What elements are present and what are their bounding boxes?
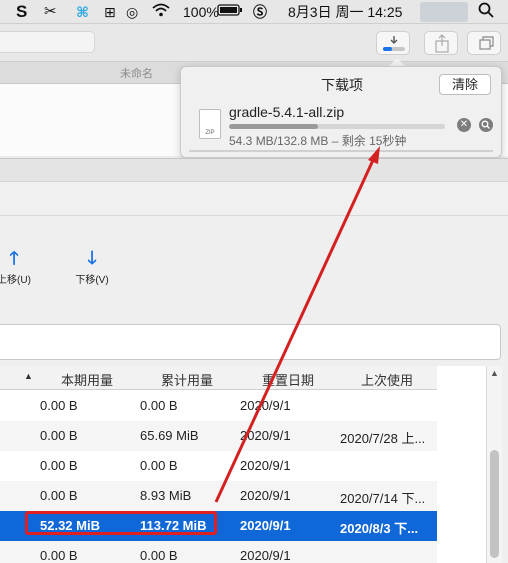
table-cell: 0.00 B xyxy=(40,428,78,443)
table-header: ▲ 本期用量 累计用量 重置日期 上次使用 xyxy=(0,366,437,390)
table-cell: 0.00 B xyxy=(40,488,78,503)
download-status: 54.3 MB/132.8 MB – 剩余 15秒钟 xyxy=(229,134,407,148)
table-row[interactable]: 0.00 B 0.00 B 2020/9/1 xyxy=(0,541,437,563)
arrow-up-icon: 🡑 xyxy=(9,248,19,268)
table-cell: 2020/9/1 xyxy=(240,428,291,443)
col-header-period-usage[interactable]: 本期用量 xyxy=(61,370,113,389)
zip-file-icon: ZIP xyxy=(199,109,221,139)
app-menubar-icon[interactable]: ⌘ xyxy=(76,2,89,22)
filter-input[interactable] xyxy=(0,324,501,360)
move-up-button[interactable]: 🡑 上移(U) xyxy=(0,248,44,286)
table-cell: 0.00 B xyxy=(40,458,78,473)
table-cell: 0.00 B xyxy=(140,458,178,473)
table-cell: 0.00 B xyxy=(40,548,78,563)
prefs-toolbar xyxy=(0,182,508,216)
col-header-reset-date[interactable]: 重置日期 xyxy=(262,370,314,389)
prefs-titlebar xyxy=(0,158,508,182)
downloads-button[interactable] xyxy=(376,31,410,55)
scroll-up-icon[interactable]: ▲ xyxy=(490,368,499,378)
table-cell: 0.00 B xyxy=(140,548,178,563)
battery-percent: 100% xyxy=(183,4,219,20)
move-down-label: 下移(V) xyxy=(75,275,109,286)
scissors-icon[interactable]: ✂ xyxy=(44,2,57,22)
annotation-highlight-box xyxy=(25,511,217,535)
browser-toolbar xyxy=(0,24,508,62)
app-s-icon[interactable]: S xyxy=(16,2,27,22)
menu-bar: S ✂ ⌘ ⊞ ◎ 100% Ⓢ 8月3日 周一 14:25 xyxy=(0,0,508,24)
file-type-label: ZIP xyxy=(205,130,215,136)
table-cell: 0.00 B xyxy=(140,398,178,413)
share-button[interactable] xyxy=(424,31,458,55)
table-row[interactable]: 0.00 B 0.00 B 2020/9/1 xyxy=(0,391,437,421)
table-cell: 8.93 MiB xyxy=(140,488,192,503)
move-down-button[interactable]: 🡓 下移(V) xyxy=(62,248,122,286)
table-row[interactable]: 0.00 B 0.00 B 2020/9/1 xyxy=(0,451,437,481)
table-cell: 2020/9/1 xyxy=(240,518,291,533)
scrollbar-thumb[interactable] xyxy=(490,450,499,558)
clear-button[interactable]: 清除 xyxy=(439,74,491,95)
table-cell: 65.69 MiB xyxy=(140,428,199,443)
table-cell: 2020/7/28 上... xyxy=(340,431,426,446)
table-scrollbar[interactable]: ▲ xyxy=(486,366,502,563)
move-up-label: 上移(U) xyxy=(0,275,31,286)
table-cell: 2020/9/1 xyxy=(240,548,291,563)
download-progress-bar xyxy=(229,124,445,129)
popover-scrollbar xyxy=(189,150,493,152)
arrow-down-icon: 🡓 xyxy=(87,248,97,268)
address-bar[interactable] xyxy=(0,31,95,53)
table-row[interactable]: 0.00 B 65.69 MiB 2020/9/1 2020/7/28 上... xyxy=(0,421,437,451)
table-cell: 2020/7/14 下... xyxy=(340,491,426,506)
sort-ascending-icon[interactable]: ▲ xyxy=(24,371,33,381)
spotlight-search-icon[interactable] xyxy=(478,2,494,22)
reveal-in-finder-icon[interactable] xyxy=(479,118,493,132)
wifi-icon[interactable] xyxy=(152,2,170,22)
battery-icon[interactable] xyxy=(217,2,243,22)
download-progress-fill xyxy=(229,124,318,129)
search-status-icon[interactable]: ◎ xyxy=(126,2,138,22)
col-header-last-used[interactable]: 上次使用 xyxy=(361,370,413,389)
grid-icon[interactable]: ⊞ xyxy=(104,2,116,22)
table-cell: 0.00 B xyxy=(40,398,78,413)
cancel-download-icon[interactable]: ✕ xyxy=(457,118,471,132)
table-row[interactable]: 0.00 B 8.93 MiB 2020/9/1 2020/7/14 下... xyxy=(0,481,437,511)
table-cell: 2020/9/1 xyxy=(240,458,291,473)
clock-datetime[interactable]: 8月3日 周一 14:25 xyxy=(288,2,402,22)
tabs-overview-button[interactable] xyxy=(467,31,501,55)
downloads-popover: 下载项 清除 ZIP gradle-5.4.1-all.zip 54.3 MB/… xyxy=(180,66,502,158)
blurred-user-area xyxy=(420,2,468,22)
col-header-total-usage[interactable]: 累计用量 xyxy=(161,370,213,389)
app-s-icon-2[interactable]: Ⓢ xyxy=(253,2,267,22)
table-cell: 2020/9/1 xyxy=(240,398,291,413)
table-cell: 2020/8/3 下... xyxy=(340,521,419,536)
table-cell: 2020/9/1 xyxy=(240,488,291,503)
tab-untitled[interactable]: 未命名 xyxy=(120,65,153,81)
download-file-name: gradle-5.4.1-all.zip xyxy=(229,104,345,120)
